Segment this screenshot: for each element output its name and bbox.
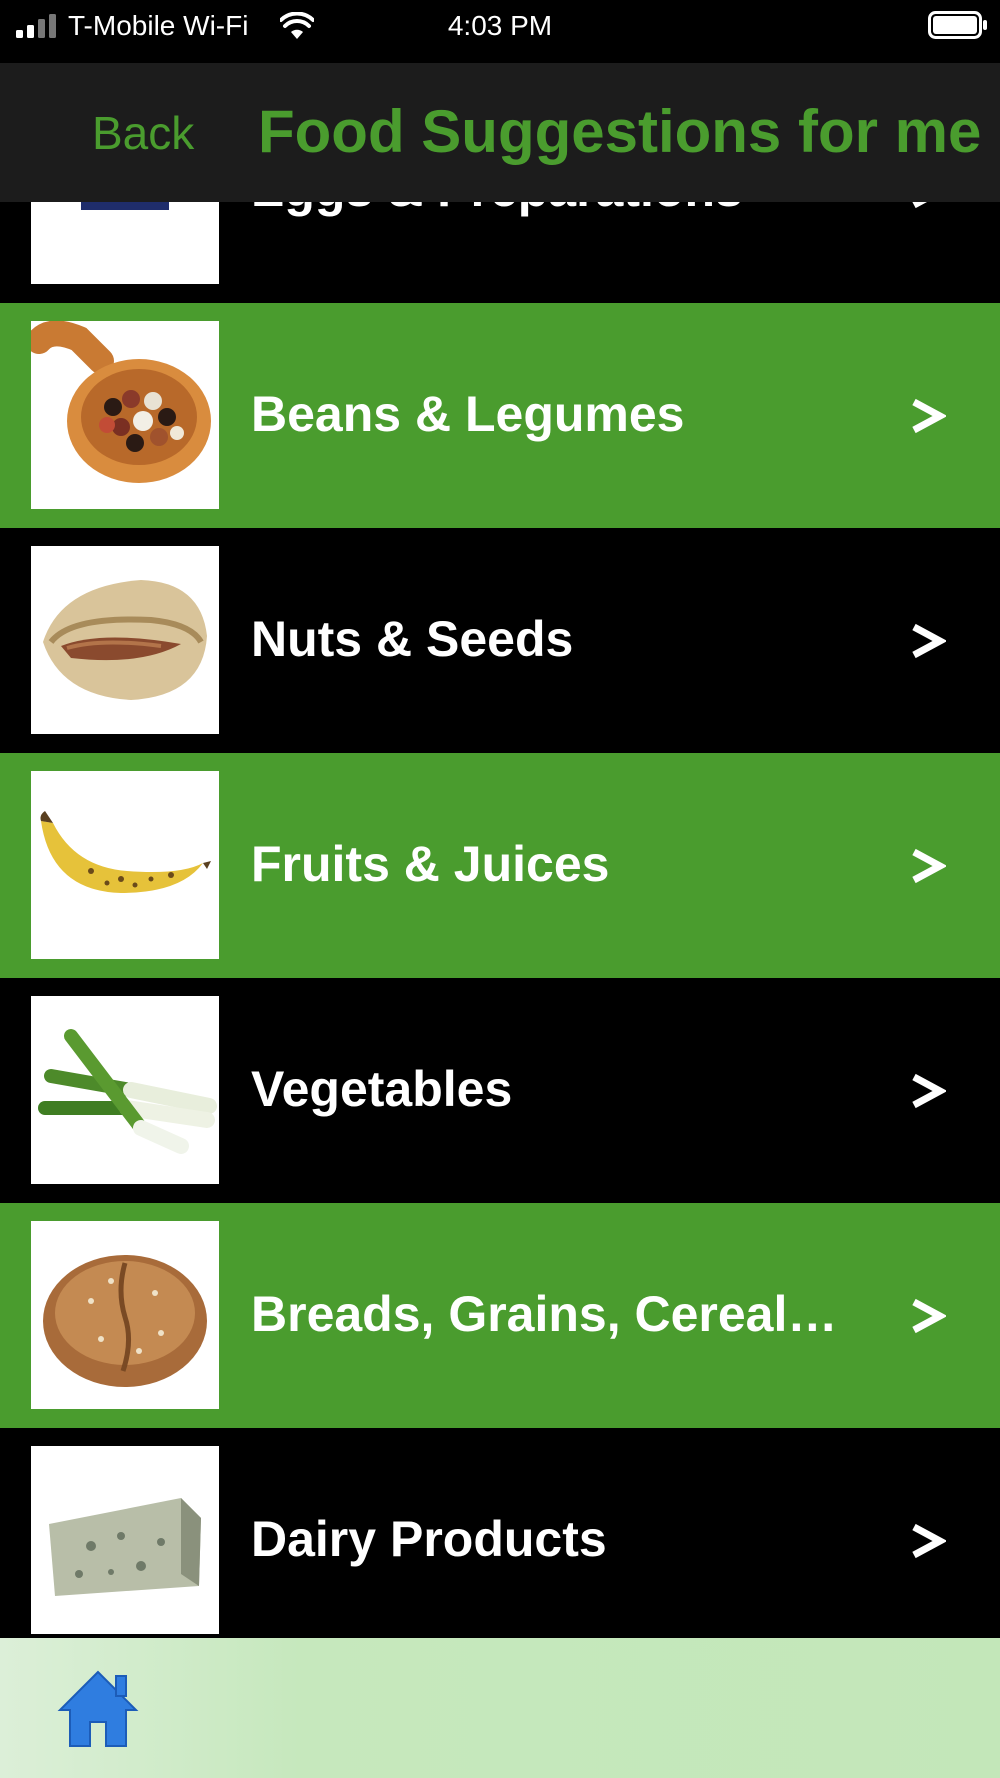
category-row-fruits[interactable]: Fruits & Juices	[0, 753, 1000, 978]
category-row-beans[interactable]: Beans & Legumes	[0, 303, 1000, 528]
chevron-right-icon	[912, 398, 946, 434]
beans-spoon-icon	[31, 321, 219, 509]
category-list[interactable]: Eggs & Preparations Beans & Legumes	[0, 78, 1000, 1653]
cheese-icon	[31, 1446, 219, 1634]
banana-icon	[31, 771, 219, 959]
category-row-nuts[interactable]: Nuts & Seeds	[0, 528, 1000, 753]
chevron-right-icon	[912, 848, 946, 884]
leeks-icon	[31, 996, 219, 1184]
category-row-vegetables[interactable]: Vegetables	[0, 978, 1000, 1203]
category-label: Fruits & Juices	[251, 836, 610, 892]
chevron-right-icon	[912, 623, 946, 659]
category-label: Beans & Legumes	[251, 386, 685, 442]
chevron-right-icon	[912, 1073, 946, 1109]
category-label: Nuts & Seeds	[251, 611, 574, 667]
bread-loaf-icon	[31, 1221, 219, 1409]
page-title: Food Suggestions for me	[258, 98, 982, 165]
navigation-bar: Back Food Suggestions for me	[0, 63, 1000, 202]
back-button[interactable]: Back	[92, 107, 194, 159]
category-row-breads[interactable]: Breads, Grains, Cereal…	[0, 1203, 1000, 1428]
pistachio-icon	[31, 546, 219, 734]
chevron-right-icon	[912, 1523, 946, 1559]
tab-bar	[0, 1638, 1000, 1778]
category-label: Breads, Grains, Cereal…	[251, 1286, 838, 1342]
status-time: 4:03 PM	[447, 10, 553, 41]
home-icon[interactable]	[56, 1666, 140, 1750]
category-label: Dairy Products	[251, 1511, 607, 1567]
chevron-right-icon	[912, 1298, 946, 1334]
status-bar: T-Mobile Wi-Fi 4:03 PM	[0, 0, 1000, 60]
category-row-dairy[interactable]: Dairy Products	[0, 1428, 1000, 1653]
battery-icon	[928, 11, 987, 39]
category-label: Vegetables	[251, 1061, 513, 1117]
